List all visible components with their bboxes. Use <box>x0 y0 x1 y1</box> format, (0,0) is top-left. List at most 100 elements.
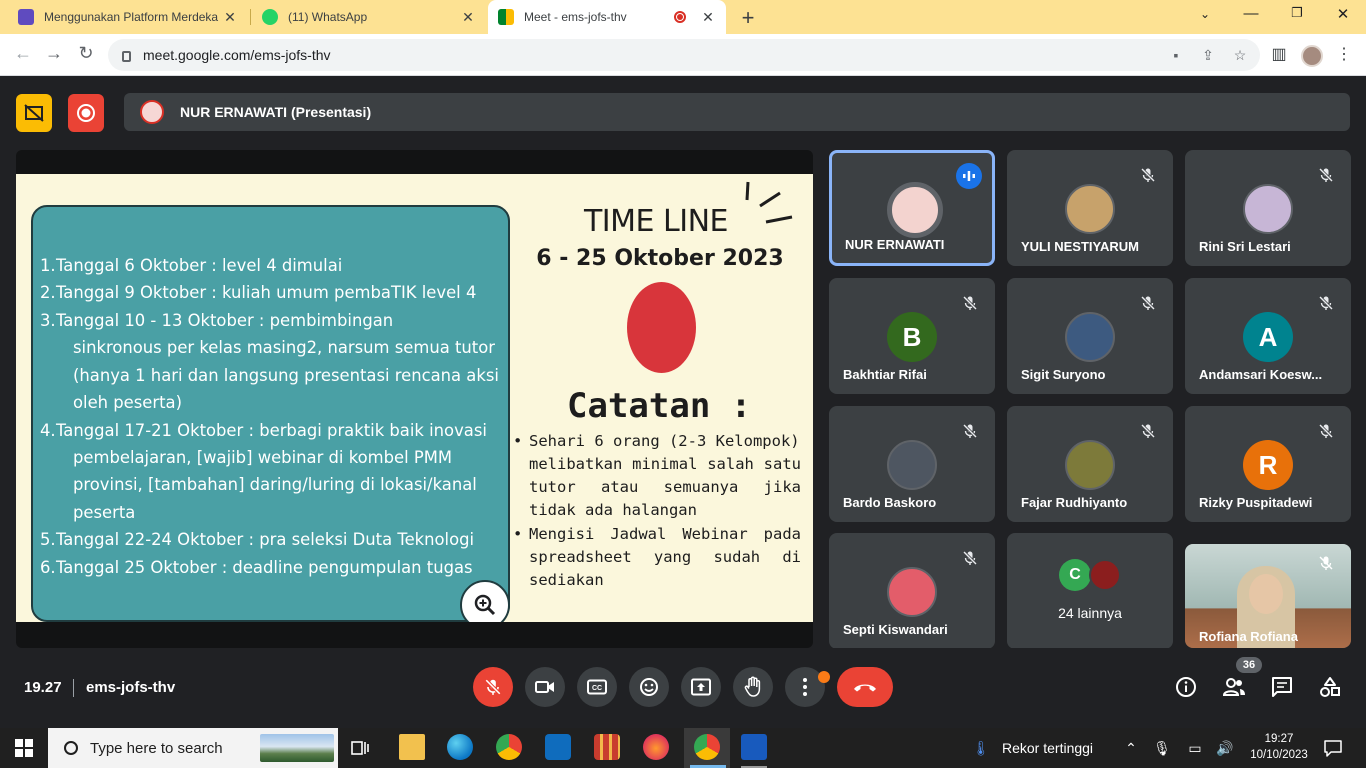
mic-off-icon <box>485 679 501 695</box>
record-button[interactable] <box>68 94 104 132</box>
restore-button[interactable]: ❐ <box>1287 5 1307 21</box>
task-view-icon[interactable] <box>350 738 370 763</box>
present-button[interactable] <box>681 667 721 707</box>
timeline-item: Tanggal 10 - 13 Oktober : pembimbingan <box>56 311 394 330</box>
participant-name: Fajar Rudhiyanto <box>1021 495 1128 510</box>
windows-start-icon[interactable] <box>15 739 33 762</box>
accent-strokes-icon <box>745 181 793 224</box>
captions-icon: CC <box>587 679 607 695</box>
others-tile[interactable]: C 24 lainnya <box>1007 533 1173 649</box>
tab-whatsapp[interactable]: (11) WhatsApp ✕ <box>252 0 486 34</box>
activities-icon[interactable] <box>1318 675 1342 699</box>
recording-icon <box>674 11 686 23</box>
profile-avatar[interactable] <box>1301 45 1323 67</box>
edge-browser-icon[interactable] <box>447 734 473 760</box>
close-tab-icon[interactable]: ✕ <box>460 9 476 26</box>
timeline-item: Tanggal 9 Oktober : kuliah umum pembaTIK… <box>56 283 477 302</box>
participant-tile[interactable]: NUR ERNAWATI <box>829 150 995 266</box>
reload-icon[interactable]: ↻ <box>75 43 97 64</box>
meeting-code: ems-jofs-thv <box>86 679 176 696</box>
mic-off-icon <box>1135 162 1161 188</box>
timeline-item: pembelajaran, [wajib] webinar di kombel … <box>73 448 453 467</box>
chevron-up-icon[interactable]: ⌃ <box>1122 740 1140 757</box>
video-camera-icon <box>535 681 554 693</box>
people-icon[interactable] <box>1222 675 1246 699</box>
notifications-icon[interactable] <box>1323 738 1343 763</box>
bookmark-star-icon[interactable]: ☆ <box>1228 47 1252 64</box>
zoom-in-button[interactable] <box>460 580 510 622</box>
mic-off-icon <box>1135 418 1161 444</box>
meeting-info-icon[interactable] <box>1174 675 1198 699</box>
note-item: • Mengisi Jadwal Webinar pada spreadshee… <box>513 525 801 589</box>
timeline-item: provinsi, [tambahan] daring/luring di lo… <box>73 475 477 494</box>
file-explorer-icon[interactable] <box>399 734 425 760</box>
captions-button[interactable]: CC <box>577 667 617 707</box>
chat-icon[interactable] <box>1270 675 1294 699</box>
side-panel-icon[interactable]: ▥ <box>1268 44 1290 64</box>
participant-tile[interactable]: Rini Sri Lestari <box>1185 150 1351 266</box>
volume-icon[interactable]: 🔊 <box>1216 740 1234 757</box>
back-icon[interactable]: ← <box>12 43 34 64</box>
participant-tile[interactable]: YULI NESTIYARUM <box>1007 150 1173 266</box>
svg-text:CC: CC <box>592 685 602 692</box>
address-bar[interactable]: meet.google.com/ems-jofs-thv ▪ ⇪ ☆ <box>108 39 1260 71</box>
avatar: B <box>887 312 937 362</box>
camera-icon[interactable]: ▪ <box>1164 47 1188 63</box>
participant-name: Rizky Puspitadewi <box>1199 495 1313 510</box>
tab-merdeka[interactable]: Menggunakan Platform Merdeka ✕ <box>8 0 248 34</box>
avatar <box>887 440 937 490</box>
camera-toggle-button[interactable] <box>525 667 565 707</box>
avatar <box>1243 184 1293 234</box>
mail-icon[interactable] <box>545 734 571 760</box>
participant-name: Bakhtiar Rifai <box>843 367 927 382</box>
participant-tile[interactable]: Sigit Suryono <box>1007 278 1173 394</box>
mic-off-icon <box>1135 290 1161 316</box>
participant-tile[interactable]: Bardo Baskoro <box>829 406 995 522</box>
chrome-active-icon[interactable] <box>694 734 720 760</box>
tab-meet[interactable]: Meet - ems-jofs-thv ✕ <box>488 0 726 34</box>
weather-label[interactable]: Rekor tertinggi <box>1002 740 1093 756</box>
taskbar-time: 19:27 <box>1264 733 1294 745</box>
close-tab-icon[interactable]: ✕ <box>222 9 238 26</box>
menu-kebab-icon[interactable]: ⋮ <box>1333 44 1355 64</box>
participant-tile[interactable]: Fajar Rudhiyanto <box>1007 406 1173 522</box>
raise-hand-button[interactable] <box>733 667 773 707</box>
microphone-icon[interactable]: 🎙 <box>1153 740 1171 757</box>
avatar <box>1065 312 1115 362</box>
tab-title: Meet - ems-jofs-thv <box>524 10 627 24</box>
network-icon[interactable]: ▭ <box>1186 740 1204 757</box>
presenter-banner: NUR ERNAWATI (Presentasi) <box>124 93 1350 131</box>
mic-off-icon <box>1313 550 1339 576</box>
share-icon[interactable]: ⇪ <box>1196 47 1220 64</box>
participant-tile[interactable]: R Rizky Puspitadewi <box>1185 406 1351 522</box>
timeline-item: (hanya 1 hari dan langsung presentasi re… <box>73 366 499 385</box>
reactions-button[interactable] <box>629 667 669 707</box>
winrar-icon[interactable] <box>594 734 620 760</box>
mic-off-icon <box>957 418 983 444</box>
taskbar-search[interactable]: Type here to search <box>48 728 338 768</box>
search-highlight-image <box>260 734 334 762</box>
mic-toggle-button[interactable] <box>473 667 513 707</box>
firefox-icon[interactable] <box>643 734 669 760</box>
forward-icon[interactable]: → <box>43 43 65 64</box>
chrome-icon[interactable] <box>496 734 522 760</box>
minimize-button[interactable]: — <box>1241 5 1261 22</box>
avatar <box>887 182 943 238</box>
close-tab-icon[interactable]: ✕ <box>700 9 716 26</box>
close-window-button[interactable]: ✕ <box>1333 5 1353 23</box>
tab-search-icon[interactable]: ⌄ <box>1195 7 1215 21</box>
participant-name: Andamsari Koesw... <box>1199 367 1323 382</box>
taskbar-clock[interactable]: 19:27 10/10/2023 <box>1248 731 1310 763</box>
participant-name: NUR ERNAWATI <box>845 237 945 252</box>
new-tab-button[interactable]: + <box>737 5 759 31</box>
others-label: 24 lainnya <box>1058 605 1122 621</box>
present-screen-icon <box>691 678 711 696</box>
word-icon[interactable] <box>741 734 767 760</box>
participant-tile[interactable]: Septi Kiswandari <box>829 533 995 649</box>
timeline-item: Tanggal 6 Oktober : level 4 dimulai <box>56 256 343 275</box>
participant-tile[interactable]: A Andamsari Koesw... <box>1185 278 1351 394</box>
video-tile[interactable]: Rofiana Rofiana <box>1185 544 1351 648</box>
presentation-off-button[interactable] <box>16 94 52 132</box>
participant-tile[interactable]: B Bakhtiar Rifai <box>829 278 995 394</box>
leave-call-button[interactable] <box>837 667 893 707</box>
